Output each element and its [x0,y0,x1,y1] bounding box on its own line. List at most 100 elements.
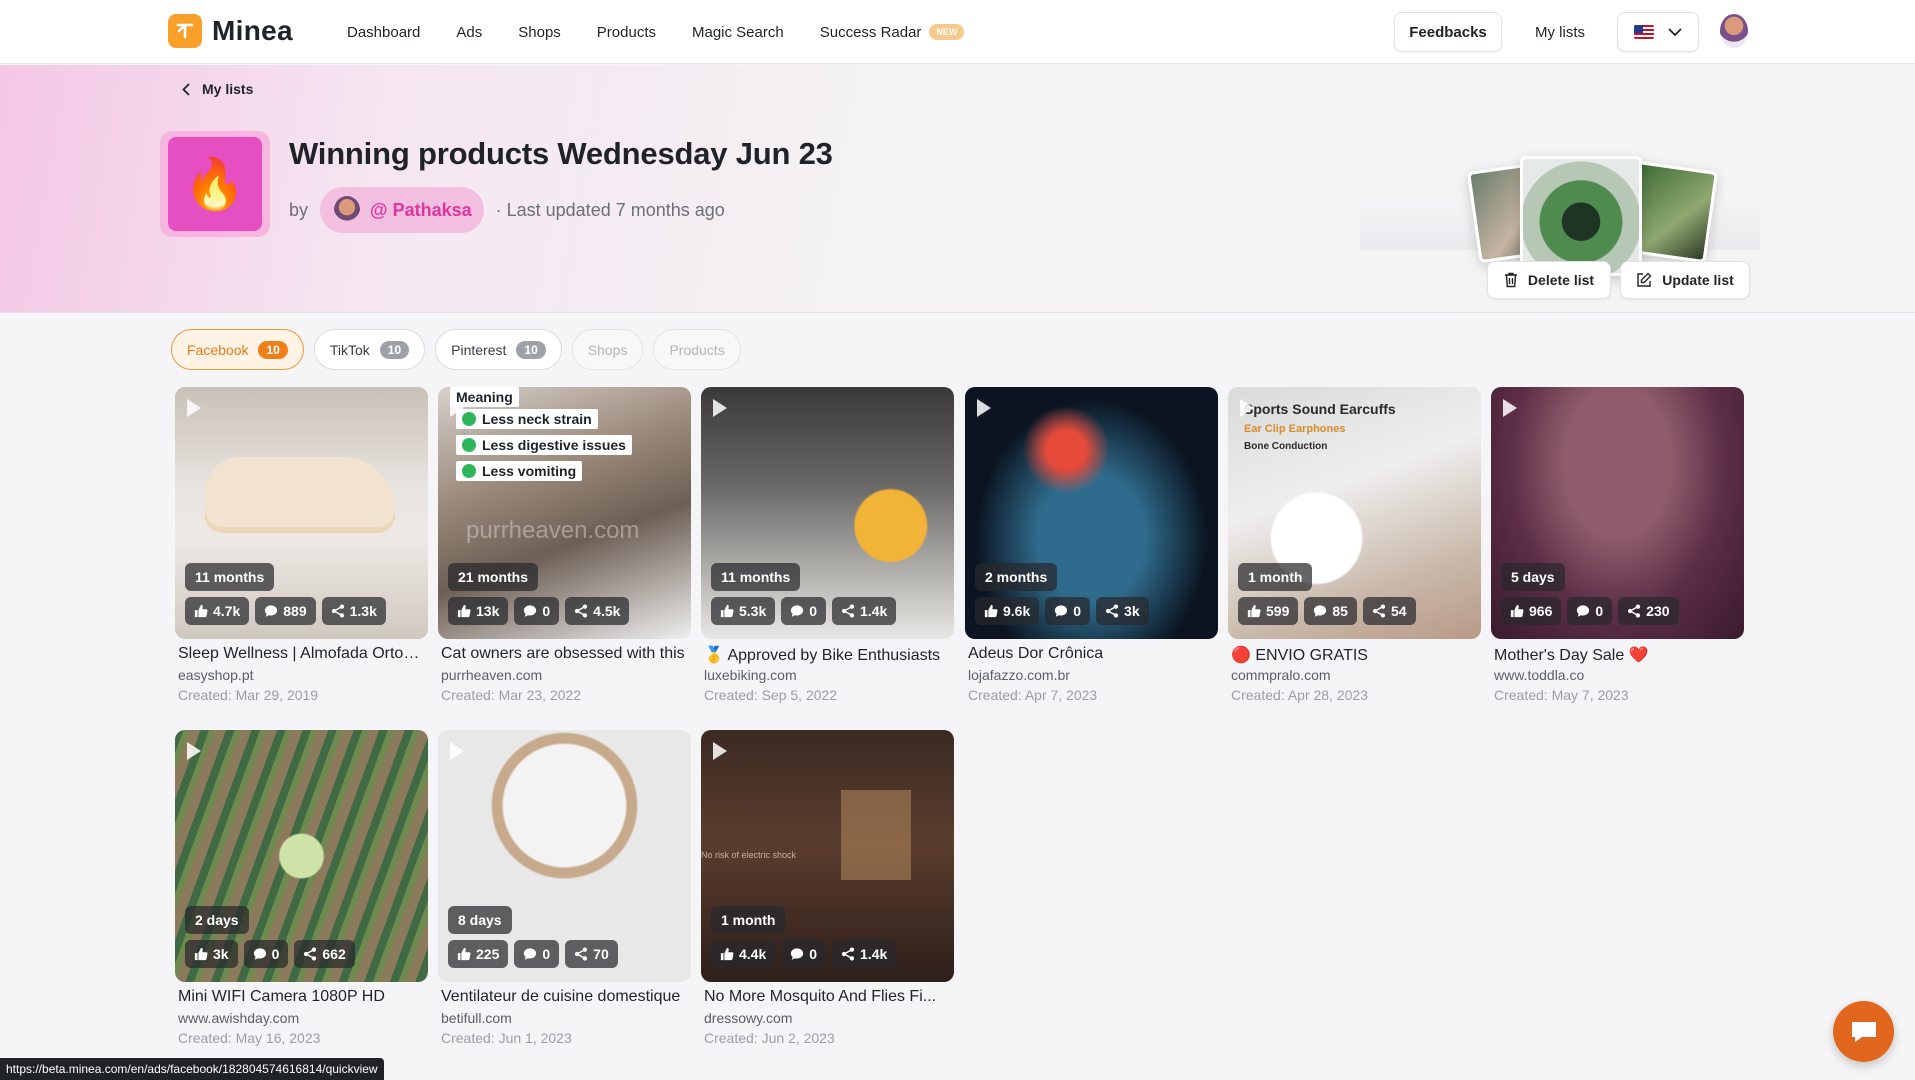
my-lists-nav-button[interactable]: My lists [1520,12,1600,52]
ad-domain[interactable]: lojafazzo.com.br [968,667,1070,683]
ad-created-date: Created: Jun 1, 2023 [441,1030,572,1046]
thumbs-up-icon [720,604,734,618]
shares-stat: 70 [565,940,618,968]
new-badge: NEW [929,24,965,40]
ad-thumbnail[interactable]: 2 days 3k 0 662 [175,730,428,982]
minea-logo[interactable]: Minea [168,14,293,48]
list-emoji-tile: 🔥 [160,131,270,237]
delete-list-button[interactable]: Delete list [1487,261,1611,299]
ad-thumbnail[interactable]: 5 days 966 0 230 [1491,387,1744,639]
nav-magic-search[interactable]: Magic Search [692,24,784,41]
tab-pinterest-count: 10 [516,340,546,359]
ad-age-badge: 21 months [448,563,539,591]
ad-title[interactable]: Mini WIFI Camera 1080P HD [178,988,428,1006]
ad-title[interactable]: No More Mosquito And Flies Fi... [704,988,954,1006]
ad-thumbnail[interactable]: 8 days 225 0 70 [438,730,691,982]
ad-title[interactable]: Mother's Day Sale ❤️ [1494,645,1744,665]
ad-title[interactable]: Cat owners are obsessed with this [441,645,691,663]
ad-thumbnail[interactable]: 11 months 4.7k 889 1.3k [175,387,428,639]
play-icon[interactable] [1503,399,1517,417]
tab-products[interactable]: Products [653,329,741,370]
play-icon[interactable] [450,742,464,760]
play-icon[interactable] [187,399,201,417]
likes-count: 4.4k [739,946,767,962]
tab-tiktok-count: 10 [379,340,410,359]
ad-thumbnail[interactable]: 2 months 9.6k 0 3k [965,387,1218,639]
ad-domain[interactable]: www.awishday.com [178,1010,299,1026]
thumbs-up-icon [194,604,208,618]
comment-icon [253,947,267,961]
tab-shops[interactable]: Shops [571,329,644,370]
nav-success-radar[interactable]: Success Radar NEW [820,24,965,41]
ad-card[interactable]: 8 days 225 0 70 Ventilateur de cuisine domes… [438,730,691,1070]
ad-title[interactable]: 🥇 Approved by Bike Enthusiasts [704,645,954,665]
delete-list-label: Delete list [1527,272,1595,288]
ad-card[interactable]: 5 days 966 0 230 Mother's Day Sale ❤️ www.tod… [1491,387,1744,727]
ad-created-date: Created: Jun 2, 2023 [704,1030,835,1046]
author-chip[interactable]: @ Pathaksa [320,187,484,233]
shares-stat: 230 [1618,597,1679,625]
ad-domain[interactable]: betifull.com [441,1010,512,1026]
update-list-label: Update list [1662,272,1734,288]
ad-thumbnail[interactable]: 11 months 5.3k 0 1.4k [701,387,954,639]
ad-card[interactable]: Sports Sound Earcuffs Ear Clip Earphones B… [1228,387,1481,727]
nav-products[interactable]: Products [597,24,656,41]
back-to-my-lists[interactable]: My lists [182,81,253,97]
shares-count: 1.4k [860,603,888,619]
shares-stat: 54 [1362,597,1416,625]
ad-title[interactable]: Sleep Wellness | Almofada Ortopédica [178,645,428,663]
ad-thumbnail[interactable]: Sports Sound Earcuffs Ear Clip Earphones B… [1228,387,1481,639]
play-icon[interactable] [713,399,727,417]
tab-facebook[interactable]: Facebook 10 [171,329,304,370]
ad-age-badge: 2 months [975,563,1058,591]
ad-domain[interactable]: dressowy.com [704,1010,792,1026]
chat-support-button[interactable] [1833,1001,1894,1062]
ad-thumbnail[interactable]: No risk of electric shock 1 month 4.4k 0 1.4… [701,730,954,982]
likes-stat: 4.4k [711,940,776,968]
comment-icon [790,947,804,961]
update-list-button[interactable]: Update list [1620,261,1750,299]
play-icon[interactable] [1240,399,1254,417]
nav-ads[interactable]: Ads [456,24,482,41]
ad-card[interactable]: 2 days 3k 0 662 Mini WIFI Camera 1080P HD www… [175,730,428,1070]
language-select[interactable] [1617,12,1699,52]
ad-thumbnail[interactable]: Meaning Less neck strain Less digestive is… [438,387,691,639]
logo-text: Minea [212,15,293,46]
ad-title[interactable]: Adeus Dor Crônica [968,645,1218,663]
likes-stat: 599 [1238,597,1299,625]
play-icon[interactable] [187,742,201,760]
shares-count: 230 [1646,603,1670,619]
ad-card[interactable]: Meaning Less neck strain Less digestive is… [438,387,691,727]
ad-domain[interactable]: easyshop.pt [178,667,254,683]
play-icon[interactable] [713,742,727,760]
list-header: My lists 🔥 Winning products Wednesday Ju… [0,65,1915,313]
play-icon[interactable] [977,399,991,417]
tab-facebook-label: Facebook [187,341,249,358]
ad-card[interactable]: 2 months 9.6k 0 3k Adeus Dor Crônica lojafazz… [965,387,1218,727]
ad-domain[interactable]: luxebiking.com [704,667,797,683]
ad-domain[interactable]: commpralo.com [1231,667,1331,683]
ad-domain[interactable]: www.toddla.co [1494,667,1584,683]
ad-title[interactable]: Ventilateur de cuisine domestique [441,988,691,1006]
ad-card[interactable]: 11 months 4.7k 889 1.3k Sleep Wellness | Alm… [175,387,428,727]
tab-tiktok[interactable]: TikTok 10 [313,329,426,370]
nav-dashboard[interactable]: Dashboard [347,24,420,41]
ad-domain[interactable]: purrheaven.com [441,667,542,683]
tab-pinterest[interactable]: Pinterest 10 [435,329,562,370]
play-icon[interactable] [450,399,464,417]
ad-card[interactable]: 11 months 5.3k 0 1.4k 🥇 Approved by Bike Ent… [701,387,954,727]
overlay-item: Less digestive issues [456,435,632,455]
likes-count: 4.7k [213,603,241,619]
ad-title[interactable]: 🔴 ENVIO GRATIS [1231,645,1481,665]
feedbacks-button[interactable]: Feedbacks [1394,12,1502,52]
fire-icon: 🔥 [168,137,262,231]
ad-created-date: Created: May 16, 2023 [178,1030,321,1046]
shares-stat: 1.3k [321,597,386,625]
shares-count: 4.5k [593,603,621,619]
ad-card[interactable]: No risk of electric shock 1 month 4.4k 0 1.4… [701,730,954,1070]
nav-shops[interactable]: Shops [518,24,561,41]
status-bar-url: https://beta.minea.com/en/ads/facebook/1… [0,1058,384,1080]
likes-stat: 13k [448,597,509,625]
user-avatar[interactable] [1720,14,1748,48]
page-title: Winning products Wednesday Jun 23 [289,136,833,171]
